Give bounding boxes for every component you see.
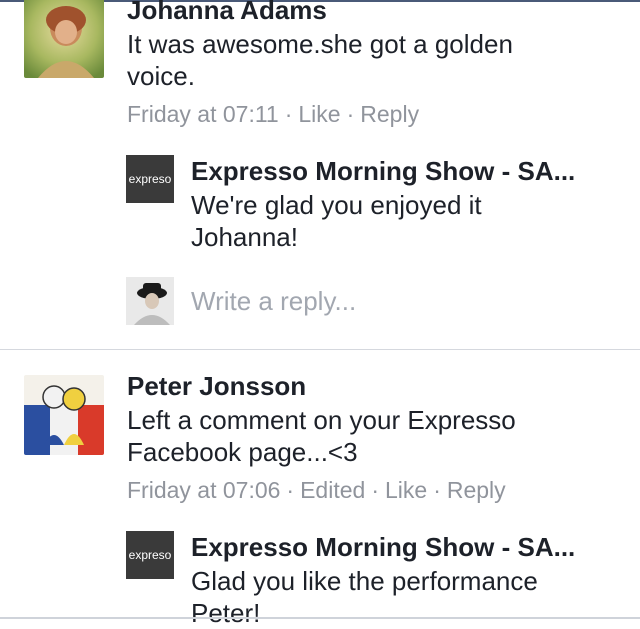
comment-author[interactable]: Johanna Adams: [127, 0, 327, 26]
page-reply-author[interactable]: Expresso Morning Show - SA...: [191, 155, 611, 187]
reply-link[interactable]: Reply: [447, 477, 506, 503]
expresso-logo-text: expreso: [129, 548, 172, 562]
comment-time[interactable]: Friday at 07:06: [127, 477, 280, 503]
page-reply-text-line1: We're glad you enjoyed it: [191, 190, 482, 220]
page-reply-text-line2: Johanna!: [191, 222, 298, 252]
comment-text-line1: Left a comment on your Expresso: [127, 405, 516, 435]
avatar-johanna[interactable]: [24, 0, 104, 78]
separator-dot: ·: [284, 101, 293, 127]
expresso-logo-icon[interactable]: expreso: [126, 155, 174, 203]
comment-text-line1: It was awesome.she got a golden: [127, 29, 513, 59]
edited-label[interactable]: Edited: [300, 477, 365, 503]
reply-link[interactable]: Reply: [360, 101, 419, 127]
comment-text-line2: Facebook page...<3: [127, 437, 358, 467]
comment-text-line2: voice.: [127, 61, 195, 91]
current-user-avatar: [126, 277, 174, 325]
expresso-logo-icon[interactable]: expreso: [126, 531, 174, 579]
page-reply-author[interactable]: Expresso Morning Show - SA...: [191, 531, 611, 563]
separator-dot: ·: [433, 477, 441, 503]
avatar-peter[interactable]: [24, 375, 104, 455]
comment-time[interactable]: Friday at 07:11: [127, 101, 279, 127]
expresso-logo-text: expreso: [129, 172, 172, 186]
like-link[interactable]: Like: [298, 101, 340, 127]
separator-dot: ·: [371, 477, 379, 503]
comment-divider: [0, 349, 640, 350]
comment-author[interactable]: Peter Jonsson: [127, 370, 306, 402]
page-reply-text-line2: Peter!: [191, 598, 261, 628]
page-reply-text-line1: Glad you like the performance: [191, 566, 538, 596]
separator-dot: ·: [286, 477, 295, 503]
comment-meta: Friday at 07:06 · Edited · Like · Reply: [127, 475, 506, 505]
comment-meta: Friday at 07:11 · Like · Reply: [127, 99, 419, 129]
separator-dot: ·: [346, 101, 355, 127]
write-reply-input[interactable]: Write a reply...: [191, 285, 356, 317]
like-link[interactable]: Like: [385, 477, 427, 503]
